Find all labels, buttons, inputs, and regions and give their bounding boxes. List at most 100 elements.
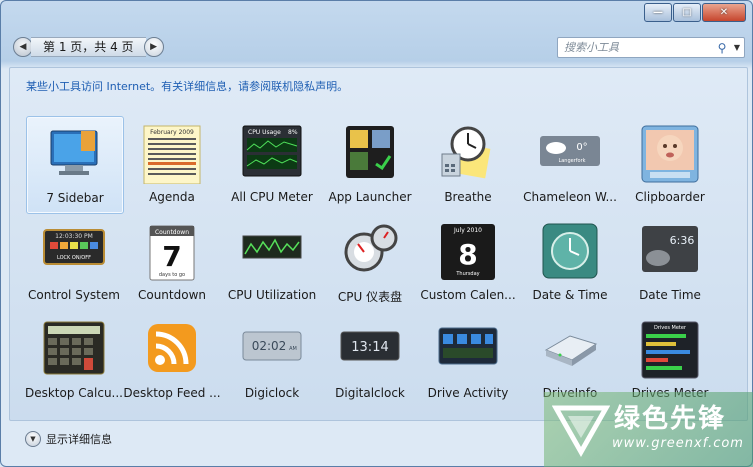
gadget-desktop-calculator[interactable]: Desktop Calcu... bbox=[25, 312, 123, 408]
rss-feed-icon bbox=[148, 324, 196, 372]
gadget-name: Desktop Feed ... bbox=[123, 386, 221, 400]
cpu-title-text: CPU Usage bbox=[248, 129, 281, 136]
hard-drive-gadget-icon bbox=[544, 335, 598, 366]
cpu-percent-text: 8% bbox=[288, 129, 298, 136]
gadget-7-sidebar[interactable]: 7 Sidebar bbox=[26, 116, 124, 214]
digital-meter-gadget-icon: 6:36 bbox=[642, 226, 698, 272]
gadget-chameleon-weather[interactable]: 0° Langerfork Chameleon W... bbox=[522, 116, 618, 212]
digitalclock-gadget-icon: 13:14 bbox=[340, 331, 400, 361]
watermark-url: www.greenxf.com bbox=[612, 436, 744, 451]
drive-activity-gadget-icon bbox=[438, 327, 498, 365]
cpu-utilization-gadget-icon bbox=[242, 235, 302, 259]
privacy-info-link[interactable]: 某些小工具访问 Internet。有关详细信息，请参阅联机隐私声明。 bbox=[26, 78, 348, 94]
control-time-text: 12:03:30 PM bbox=[55, 233, 93, 240]
countdown-days-text: 7 bbox=[162, 240, 181, 273]
gadget-cpu-dashboard[interactable]: CPU 仪表盘 bbox=[322, 214, 418, 310]
gadget-name: Chameleon W... bbox=[523, 190, 617, 204]
calculator-gadget-icon bbox=[43, 321, 105, 375]
clock-note-gadget-icon bbox=[441, 126, 491, 179]
previous-page-button[interactable]: ◀ bbox=[13, 37, 33, 57]
minimize-button[interactable]: — bbox=[644, 3, 672, 22]
custom-calendar-gadget-icon: July 2010 8 Thursday bbox=[441, 224, 495, 280]
gadget-name: Agenda bbox=[149, 190, 195, 204]
digiclock-ampm-text: AM bbox=[289, 346, 297, 352]
maximize-button[interactable]: □ bbox=[673, 3, 701, 22]
weather-city-text: Langerfork bbox=[558, 158, 585, 164]
page-navigation: ◀ 第 1 页，共 4 页 ▶ bbox=[13, 37, 164, 57]
gadget-clipboarder[interactable]: Clipboarder bbox=[622, 116, 718, 212]
left-arrow-icon: ◀ bbox=[19, 42, 27, 52]
gadget-name: Clipboarder bbox=[635, 190, 705, 204]
search-box: ⚲ ▼ bbox=[557, 37, 745, 58]
control-system-gadget-icon: 12:03:30 PM LOCK ON/OFF bbox=[43, 229, 105, 265]
gadget-all-cpu-meter[interactable]: CPU Usage 8% All CPU Meter bbox=[224, 116, 320, 212]
countdown-gadget-icon: Countdown 7 days to go bbox=[149, 225, 195, 281]
right-arrow-icon: ▶ bbox=[150, 42, 157, 52]
control-lock-text: LOCK ON/OFF bbox=[57, 255, 91, 261]
next-page-button[interactable]: ▶ bbox=[143, 37, 164, 57]
teal-clock-gadget-icon bbox=[542, 223, 598, 279]
calendar-day-text: 8 bbox=[458, 238, 477, 271]
gadget-name: CPU Utilization bbox=[227, 288, 317, 302]
gadget-countdown[interactable]: Countdown 7 days to go Countdown bbox=[124, 214, 220, 310]
digitalclock-time-text: 13:14 bbox=[351, 340, 388, 355]
gadget-date-time[interactable]: Date & Time bbox=[522, 214, 618, 310]
gadget-name: Countdown bbox=[137, 288, 206, 302]
calendar-month-text: July 2010 bbox=[453, 227, 482, 234]
agenda-month-text: February 2009 bbox=[150, 129, 194, 136]
gadget-name: App Launcher bbox=[328, 190, 412, 204]
digiclock-gadget-icon: 02:02 AM bbox=[242, 331, 302, 361]
gadget-name: Custom Calen... bbox=[420, 288, 516, 302]
close-button[interactable]: ✕ bbox=[702, 3, 746, 22]
app-launcher-gadget-icon bbox=[346, 126, 394, 178]
gadget-name: Drive Activity bbox=[427, 386, 509, 400]
search-icon[interactable]: ⚲ bbox=[714, 41, 730, 55]
gadget-name: Desktop Calcu... bbox=[24, 386, 123, 400]
gadget-name: CPU 仪表盘 bbox=[337, 290, 403, 304]
gadget-digiclock[interactable]: 02:02 AM Digiclock bbox=[224, 312, 320, 408]
search-input[interactable] bbox=[558, 40, 714, 55]
drives-meter-gadget-icon: Drives Meter bbox=[641, 321, 699, 379]
watermark-logo-icon bbox=[552, 405, 610, 458]
gadget-agenda[interactable]: February 2009 Agenda bbox=[124, 116, 220, 212]
gadget-app-launcher[interactable]: App Launcher bbox=[322, 116, 418, 212]
gadget-desktop-feed-reader[interactable]: Desktop Feed ... bbox=[123, 312, 221, 408]
show-details-label[interactable]: 显示详细信息 bbox=[46, 431, 112, 447]
details-toggle-bar[interactable]: ▼ 显示详细信息 bbox=[25, 431, 112, 447]
gadget-name: All CPU Meter bbox=[231, 190, 313, 204]
calendar-weekday-text: Thursday bbox=[455, 271, 479, 277]
chevron-down-icon[interactable]: ▼ bbox=[25, 431, 41, 447]
gadget-custom-calendar[interactable]: July 2010 8 Thursday Custom Calen... bbox=[420, 214, 516, 310]
drivesmeter-title-text: Drives Meter bbox=[654, 325, 687, 331]
weather-temp-text: 0° bbox=[576, 142, 587, 153]
clipboard-photo-gadget-icon bbox=[641, 125, 699, 183]
datetime-digits-text: 6:36 bbox=[670, 234, 695, 247]
gadget-name: Digiclock bbox=[244, 386, 300, 400]
monitor-gadget-icon bbox=[50, 130, 98, 175]
gadget-name: Breathe bbox=[444, 190, 492, 204]
gadget-date-time-2[interactable]: 6:36 Date Time bbox=[622, 214, 718, 310]
search-dropdown-icon[interactable]: ▼ bbox=[730, 43, 744, 52]
weather-gadget-icon: 0° Langerfork bbox=[540, 136, 600, 166]
gadget-digitalclock[interactable]: 13:14 Digitalclock bbox=[322, 312, 418, 408]
countdown-sub-text: days to go bbox=[159, 272, 185, 278]
gadget-name: Date & Time bbox=[532, 288, 608, 302]
gadget-control-system[interactable]: 12:03:30 PM LOCK ON/OFF Control System bbox=[26, 214, 122, 310]
minimize-icon: — bbox=[653, 7, 663, 18]
calendar-gadget-icon: February 2009 bbox=[143, 125, 201, 184]
cpu-meter-gadget-icon: CPU Usage 8% bbox=[242, 125, 302, 177]
gadget-breathe[interactable]: Breathe bbox=[420, 116, 516, 212]
window-controls: — □ ✕ bbox=[644, 3, 746, 22]
watermark: 绿色先锋 www.greenxf.com bbox=[544, 392, 753, 467]
gadget-cpu-utilization[interactable]: CPU Utilization bbox=[224, 214, 320, 310]
watermark-text: 绿色先锋 bbox=[614, 404, 727, 434]
gadget-name: Date Time bbox=[639, 288, 701, 302]
dial-gauge-gadget-icon bbox=[344, 224, 398, 272]
gadget-drive-activity[interactable]: Drive Activity bbox=[420, 312, 516, 408]
gadget-name: Digitalclock bbox=[335, 386, 405, 400]
close-icon: ✕ bbox=[719, 7, 729, 18]
gadget-panel: 某些小工具访问 Internet。有关详细信息，请参阅联机隐私声明。 7 Sid… bbox=[9, 67, 748, 421]
page-indicator: 第 1 页，共 4 页 bbox=[31, 37, 146, 57]
gadget-name: Control System bbox=[28, 288, 120, 302]
countdown-label-text: Countdown bbox=[155, 229, 189, 236]
